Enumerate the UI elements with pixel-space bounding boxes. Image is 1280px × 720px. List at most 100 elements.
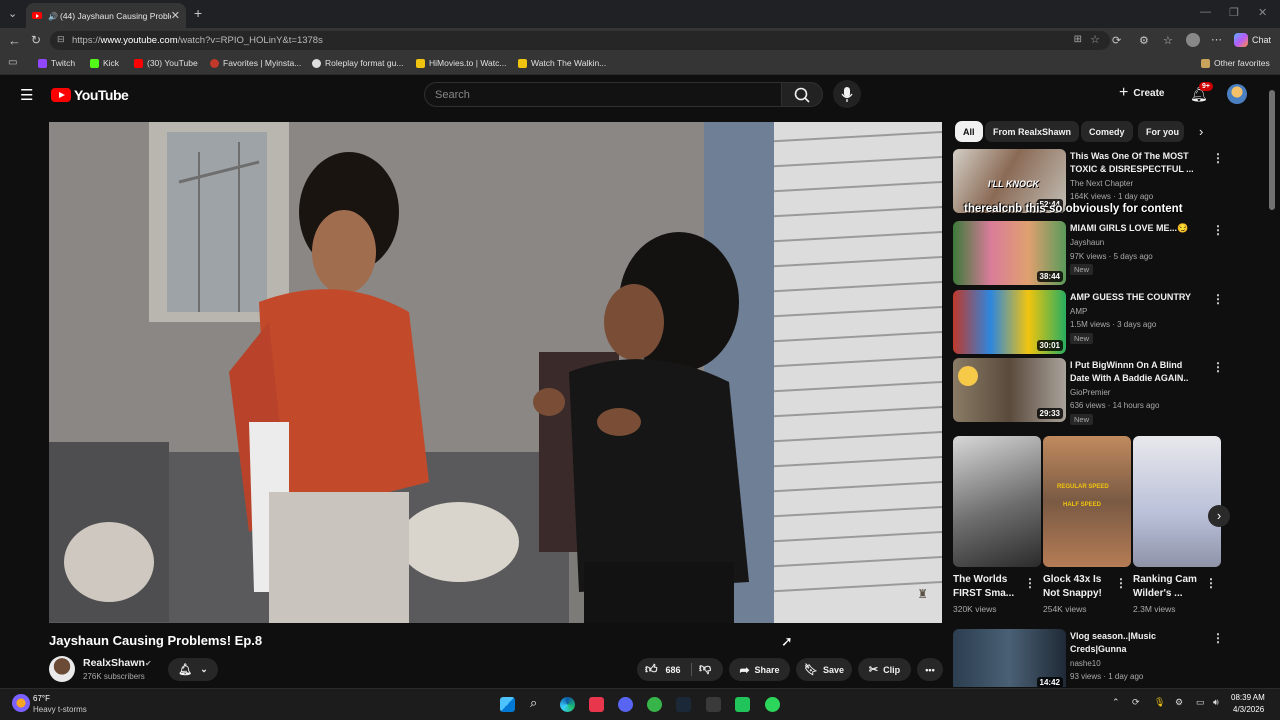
thumbs-up-icon[interactable]: 👍︎ xyxy=(645,662,658,677)
channel-avatar[interactable] xyxy=(49,656,75,682)
more-vertical-icon[interactable]: ⋮ xyxy=(1024,576,1036,590)
recommendation-channel[interactable]: GioPremier xyxy=(1070,388,1110,397)
app-green-round-icon[interactable] xyxy=(765,697,780,712)
chat-button[interactable]: Chat xyxy=(1252,35,1271,45)
profile-avatar[interactable] xyxy=(1186,33,1200,47)
tray-app-icon[interactable]: ⚙ xyxy=(1175,697,1183,708)
edge-browser-icon[interactable] xyxy=(560,697,575,712)
display-icon[interactable]: ▭ xyxy=(1196,697,1205,708)
weather-condition[interactable]: Heavy t-storms xyxy=(33,705,87,714)
voice-search-button[interactable] xyxy=(833,80,861,108)
bookmark-youtube[interactable]: (30) YouTube xyxy=(134,58,198,68)
account-avatar[interactable] xyxy=(1227,84,1247,104)
extensions-icon[interactable]: ⟳ xyxy=(1112,34,1121,47)
channel-watermark-icon[interactable]: ♜ xyxy=(917,587,928,601)
recommendation-channel[interactable]: AMP xyxy=(1070,307,1087,316)
clock-time[interactable]: 08:39 AM xyxy=(1231,693,1265,702)
short-title[interactable]: Glock 43x Is Not Snappy! xyxy=(1043,573,1119,601)
minimize-icon[interactable]: — xyxy=(1200,6,1211,18)
recommendation-title[interactable]: AMP GUESS THE COUNTRY xyxy=(1070,291,1200,304)
more-vertical-icon[interactable]: ⋮ xyxy=(1212,223,1224,237)
weather-temp[interactable]: 67°F xyxy=(33,694,50,703)
short-title[interactable]: Ranking Cam Wilder's ... xyxy=(1133,573,1209,601)
youtube-logo[interactable]: YouTube xyxy=(51,87,129,103)
bookmark-walking-dead[interactable]: Watch The Walkin... xyxy=(518,58,606,68)
hamburger-menu-icon[interactable]: ☰ xyxy=(20,86,33,104)
app-green-icon[interactable] xyxy=(647,697,662,712)
app-game-icon[interactable] xyxy=(735,697,750,712)
more-actions-button[interactable]: ••• xyxy=(917,658,943,681)
search-input[interactable]: Search xyxy=(424,82,782,107)
more-vertical-icon[interactable]: ⋮ xyxy=(1212,292,1224,306)
recommendation-item[interactable]: 14:42 Vlog season..|Music Creds|Gunna na… xyxy=(953,629,1253,687)
more-menu-icon[interactable]: ⋯ xyxy=(1211,33,1222,46)
bookmark-instagram[interactable]: Favorites | Myinsta... xyxy=(210,58,301,68)
app-available-icon[interactable]: ⊞ xyxy=(1074,34,1082,45)
weather-icon[interactable] xyxy=(12,694,30,712)
chip-comedy[interactable]: Comedy xyxy=(1081,121,1133,142)
shorts-next-icon[interactable]: › xyxy=(1208,505,1230,527)
bookmark-twitch[interactable]: Twitch xyxy=(38,58,75,68)
other-favorites[interactable]: Other favorites xyxy=(1201,58,1270,68)
recommendation-item[interactable]: 30:01 AMP GUESS THE COUNTRY AMP 1.5M vie… xyxy=(953,290,1253,356)
clock-date[interactable]: 4/3/2026 xyxy=(1233,705,1264,714)
more-vertical-icon[interactable]: ⋮ xyxy=(1212,151,1224,165)
thumbnail[interactable]: 30:01 xyxy=(953,290,1066,354)
notifications-button[interactable]: 🔔︎ 9+ xyxy=(1190,82,1213,104)
search-icon[interactable]: ⌕ xyxy=(530,695,537,711)
recommendation-title[interactable]: Vlog season..|Music Creds|Gunna xyxy=(1070,630,1200,656)
tray-app-icon[interactable]: ⟳ xyxy=(1132,697,1140,708)
speaker-icon[interactable]: 🔊︎ xyxy=(1213,697,1219,708)
show-hidden-icons-icon[interactable]: ⌃ xyxy=(1112,697,1120,708)
copilot-icon[interactable] xyxy=(1234,33,1248,47)
maximize-icon[interactable]: ❐ xyxy=(1229,6,1239,19)
tab-actions-icon[interactable]: ⌄ xyxy=(8,7,17,20)
extensions-puzzle-icon[interactable]: ⚙ xyxy=(1139,34,1149,47)
favorite-star-icon[interactable]: ☆ xyxy=(1090,33,1100,46)
chip-from-channel[interactable]: From RealxShawn xyxy=(985,121,1080,142)
new-tab-icon[interactable]: + xyxy=(194,5,202,21)
browser-tab-active[interactable]: 🔊 (44) Jayshaun Causing Proble... ✕ xyxy=(26,3,186,28)
create-button[interactable]: + Create xyxy=(1119,85,1164,101)
bookmark-kick[interactable]: Kick xyxy=(90,58,119,68)
more-vertical-icon[interactable]: ⋮ xyxy=(1115,576,1127,590)
recommendation-channel[interactable]: nashe10 xyxy=(1070,659,1101,668)
short-thumbnail[interactable] xyxy=(1133,436,1221,567)
recommendation-title[interactable]: This Was One Of The MOST TOXIC & DISRESP… xyxy=(1070,150,1200,176)
bookmark-himovies[interactable]: HiMovies.to | Watc... xyxy=(416,58,506,68)
recommendation-channel[interactable]: The Next Chapter xyxy=(1070,179,1133,188)
channel-name[interactable]: RealxShawn xyxy=(83,657,145,669)
site-info-icon[interactable]: ⊟ xyxy=(57,34,65,45)
app-gray-icon[interactable] xyxy=(706,697,721,712)
recommendation-title[interactable]: MIAMI GIRLS LOVE ME...😏 xyxy=(1070,222,1200,235)
sidebar-toggle-icon[interactable]: ▭ xyxy=(8,57,17,68)
window-close-icon[interactable]: ✕ xyxy=(1258,6,1267,19)
recommendation-channel[interactable]: Jayshaun xyxy=(1070,238,1104,247)
chip-for-you[interactable]: For you xyxy=(1138,121,1184,142)
discord-icon[interactable] xyxy=(618,697,633,712)
chips-next-icon[interactable]: › xyxy=(1199,124,1203,139)
favorites-icon[interactable]: ☆ xyxy=(1163,34,1173,47)
more-vertical-icon[interactable]: ⋮ xyxy=(1205,576,1217,590)
steam-icon[interactable] xyxy=(676,697,691,712)
like-count[interactable]: 686 xyxy=(666,665,681,675)
short-title[interactable]: The Worlds FIRST Sma... xyxy=(953,573,1029,601)
save-button[interactable]: 🔖︎ Save xyxy=(796,658,852,681)
bookmark-roleplay[interactable]: Roleplay format gu... xyxy=(312,58,403,68)
recommendation-title[interactable]: I Put BigWinnn On A Blind Date With A Ba… xyxy=(1070,359,1200,385)
clip-button[interactable]: ✂ Clip xyxy=(858,658,911,681)
short-thumbnail[interactable] xyxy=(953,436,1041,567)
microphone-tray-icon[interactable]: 🎙︎ xyxy=(1154,697,1165,708)
more-vertical-icon[interactable]: ⋮ xyxy=(1212,631,1224,645)
back-icon[interactable]: ← xyxy=(8,33,21,48)
app-icon[interactable] xyxy=(589,697,604,712)
short-thumbnail[interactable]: REGULAR SPEED HALF SPEED xyxy=(1043,436,1131,567)
recommendation-item[interactable]: 29:33 I Put BigWinnn On A Blind Date Wit… xyxy=(953,358,1253,425)
video-player[interactable]: ♜ xyxy=(49,122,942,623)
thumbnail[interactable]: 14:42 xyxy=(953,629,1066,687)
thumbnail[interactable]: 29:33 xyxy=(953,358,1066,422)
chip-all[interactable]: All xyxy=(955,121,983,142)
search-button[interactable] xyxy=(781,82,823,107)
page-scrollbar[interactable] xyxy=(1269,90,1275,210)
tab-close-icon[interactable]: ✕ xyxy=(171,9,180,22)
